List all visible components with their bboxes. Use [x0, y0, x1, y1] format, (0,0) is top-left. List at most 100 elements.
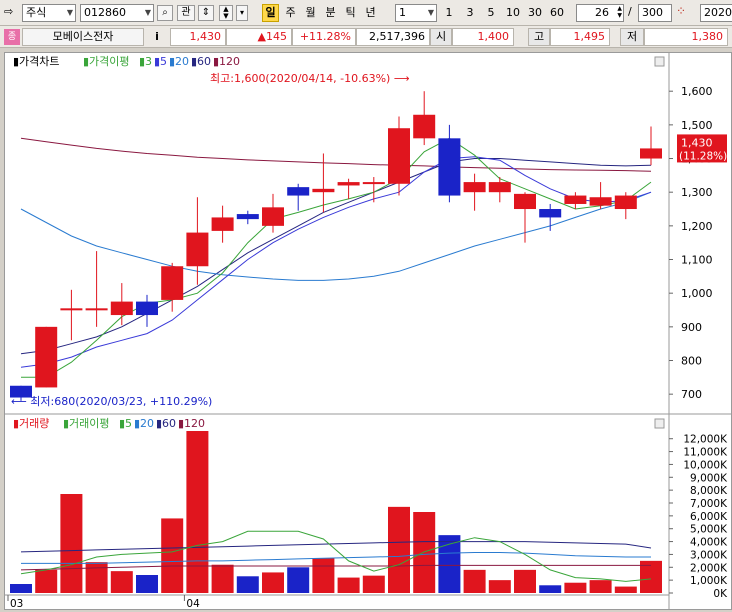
period-button-tick[interactable]: 틱 — [342, 4, 359, 22]
min-price-annotation: ⟵ 최저:680(2020/03/23, +110.29%) — [11, 395, 212, 408]
interval-select[interactable]: 1 ▼ — [395, 4, 437, 22]
volume-legend-item: ▮5 — [119, 417, 132, 430]
spinner-icon[interactable]: ▲ ▼ — [617, 5, 622, 19]
settings-grid-icon[interactable]: ⁘ — [676, 4, 686, 18]
volume-bar — [110, 571, 133, 593]
period-label: 분 — [325, 6, 336, 19]
date-input[interactable]: 2020/ — [700, 4, 732, 22]
current-price-text: 1,430 — [189, 30, 222, 43]
price-tick-label: 1,100 — [681, 254, 713, 267]
sync-button[interactable]: ⇕ — [198, 5, 214, 21]
volume-bar — [488, 580, 511, 593]
volume-bar — [211, 564, 234, 593]
candle-body — [388, 128, 410, 184]
candle-body — [211, 217, 234, 231]
period-button-year[interactable]: 년 — [362, 4, 379, 22]
stock-code-input[interactable]: 012860 ▼ — [80, 4, 154, 22]
candle-body — [463, 182, 486, 193]
price-legend-item: ▮5 — [154, 55, 167, 68]
x-tick-label: 03 — [10, 598, 23, 609]
candle-body — [539, 209, 562, 218]
period-button-week[interactable]: 주 — [282, 4, 299, 22]
price-legend-item: ▮20 — [169, 55, 189, 68]
period-label: 주 — [285, 6, 296, 19]
volume-bar — [35, 569, 58, 593]
volume-tick-label: 4,000K — [690, 537, 728, 549]
low-label-text: 저 — [626, 30, 638, 43]
interval-button-1[interactable]: 1 — [442, 4, 456, 22]
total-count-input[interactable]: 300 — [638, 4, 672, 22]
main-toolbar: ⇨ 주식 ▼ 012860 ▼ ⌕ 관 ⇕ ▲ ▼ ▾ 일 주 월 분 틱 년 1… — [0, 0, 732, 26]
expand-button[interactable]: ▾ — [236, 5, 248, 21]
candle-body — [60, 308, 83, 311]
watch-button[interactable]: 관 — [177, 5, 195, 21]
price-legend-item: ▮가격이평 — [83, 55, 130, 68]
candle-body — [85, 308, 108, 311]
change-percent-text: +11.28% — [299, 30, 351, 43]
period-button-month[interactable]: 월 — [302, 4, 319, 22]
interval-button-60[interactable]: 60 — [547, 4, 567, 22]
bar-count-input[interactable]: 26 ▲ ▼ — [576, 4, 624, 22]
interval-select-value: 1 — [399, 6, 406, 19]
candle-body — [438, 138, 461, 196]
price-chart-title: ▮가격차트 — [13, 55, 60, 68]
search-button[interactable]: ⌕ — [157, 5, 173, 21]
pane-menu-button[interactable] — [654, 56, 665, 67]
candle-body — [262, 207, 284, 226]
price-pane — [5, 53, 731, 413]
volume-bar — [388, 506, 410, 593]
change-percent: +11.28% — [292, 28, 356, 46]
price-change: ▲145 — [226, 28, 292, 46]
period-button-day[interactable]: 일 — [262, 4, 279, 22]
volume-value: 2,517,396 — [356, 28, 430, 46]
volume-tick-label: 0K — [713, 588, 728, 600]
candle-body — [413, 114, 436, 139]
volume-bar — [539, 585, 562, 593]
volume-bar — [85, 562, 108, 593]
market-select[interactable]: 주식 ▼ — [22, 4, 76, 22]
price-legend-item: ▮60 — [191, 55, 211, 68]
updown-spinner[interactable]: ▲ ▼ — [219, 5, 233, 21]
volume-bar — [262, 572, 284, 593]
volume-bar — [186, 431, 209, 593]
chart-link-icon[interactable]: ⇨ — [4, 5, 18, 19]
candle-body — [136, 301, 158, 316]
info-button[interactable]: i — [148, 29, 166, 45]
volume-bar — [589, 580, 612, 593]
interval-button-5[interactable]: 5 — [484, 4, 498, 22]
max-price-annotation: 최고:1,600(2020/04/14, -10.63%) ⟶ — [210, 72, 410, 85]
interval-button-30[interactable]: 30 — [525, 4, 545, 22]
period-button-minute[interactable]: 분 — [322, 4, 339, 22]
volume-bar — [614, 586, 637, 593]
interval-button-3[interactable]: 3 — [463, 4, 477, 22]
chart-svg[interactable]: 7008009001,0001,1001,2001,3001,4001,5001… — [5, 53, 731, 610]
stock-name[interactable]: 모베이스전자 — [22, 28, 144, 46]
stock-flag-icon: 종 — [4, 29, 20, 45]
interval-label: 1 — [445, 6, 453, 19]
volume-legend-item: ▮20 — [134, 417, 154, 430]
info-icon: i — [155, 30, 159, 43]
date-value: 2020/ — [704, 6, 732, 19]
period-label: 년 — [365, 6, 376, 19]
volume-chart-title: ▮거래량 — [13, 417, 49, 430]
candle-body — [362, 182, 385, 185]
stock-code-value: 012860 — [84, 6, 126, 19]
price-tick-label: 800 — [681, 355, 702, 368]
volume-tick-label: 10,000K — [683, 459, 728, 471]
volume-tick-label: 1,000K — [690, 575, 728, 587]
open-label-text: 시 — [435, 30, 447, 43]
pane-menu-button[interactable] — [654, 418, 665, 429]
interval-button-10[interactable]: 10 — [503, 4, 523, 22]
low-label: 저 — [620, 28, 644, 46]
price-change-text: ▲145 — [257, 30, 287, 43]
chevron-down-icon: ▼ — [66, 8, 73, 17]
current-price: 1,430 — [170, 28, 226, 46]
search-icon: ⌕ — [162, 7, 168, 18]
volume-tick-label: 8,000K — [690, 485, 728, 497]
bar-count-value: 26 — [595, 6, 609, 19]
price-legend-item: ▮3 — [139, 55, 152, 68]
volume-text: 2,517,396 — [369, 30, 425, 43]
chart-panel[interactable]: 7008009001,0001,1001,2001,3001,4001,5001… — [4, 52, 732, 610]
volume-bar — [10, 584, 32, 593]
candle-body — [186, 232, 209, 267]
